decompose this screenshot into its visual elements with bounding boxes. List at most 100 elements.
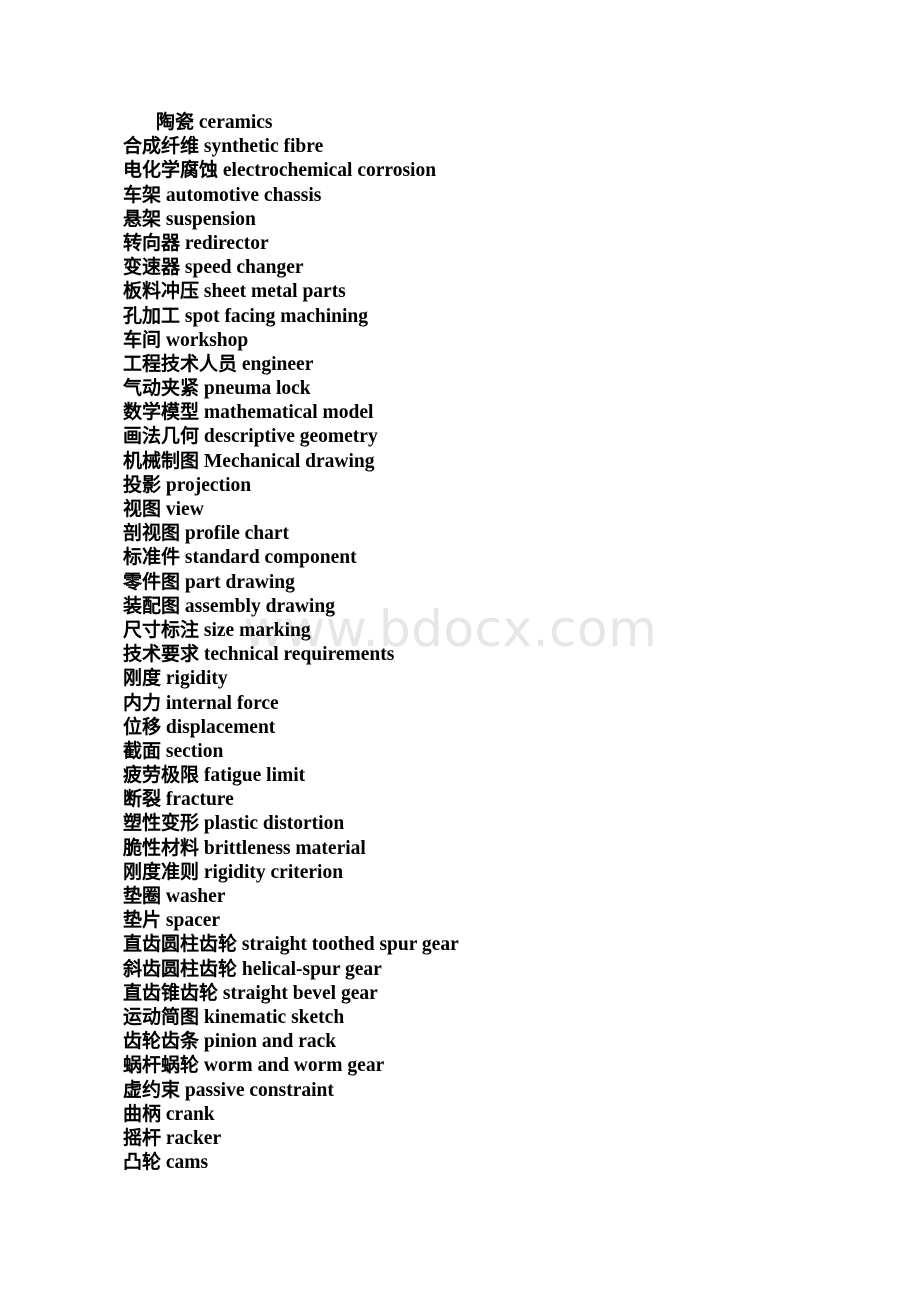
glossary-term-chinese: 摇杆 xyxy=(123,1126,162,1149)
glossary-term-chinese: 工程技术人员 xyxy=(123,352,238,375)
glossary-term-chinese: 垫片 xyxy=(123,909,162,932)
glossary-term-chinese: 疲劳极限 xyxy=(123,764,200,787)
glossary-entry: 机械制图 Mechanical drawing xyxy=(123,449,823,473)
glossary-entry: 斜齿圆柱齿轮 helical-spur gear xyxy=(123,957,823,981)
glossary-entry: 陶瓷 ceramics xyxy=(123,110,823,134)
glossary-term-chinese: 标准件 xyxy=(123,546,181,569)
glossary-term-chinese: 合成纤维 xyxy=(123,135,200,158)
glossary-term-chinese: 直齿圆柱齿轮 xyxy=(123,933,238,956)
glossary-entry: 技术要求 technical requirements xyxy=(123,642,823,666)
glossary-term-chinese: 蜗杆蜗轮 xyxy=(123,1054,200,1077)
glossary-term-english: helical-spur gear xyxy=(241,958,382,980)
glossary-term-english: rigidity xyxy=(165,668,228,690)
glossary-term-english: fatigue limit xyxy=(203,765,306,787)
glossary-term-english: Mechanical drawing xyxy=(203,450,375,472)
glossary-term-chinese: 刚度 xyxy=(123,667,162,690)
glossary-term-english: rigidity criterion xyxy=(203,861,344,883)
glossary-entry: 断裂 fracture xyxy=(123,787,823,811)
glossary-entry: 投影 projection xyxy=(123,473,823,497)
glossary-entry: 车间 workshop xyxy=(123,328,823,352)
glossary-term-english: redirector xyxy=(184,232,269,254)
glossary-term-english: profile chart xyxy=(184,523,290,545)
glossary-entry: 合成纤维 synthetic fibre xyxy=(123,134,823,158)
glossary-term-chinese: 塑性变形 xyxy=(123,812,200,835)
glossary-entry: 运动简图 kinematic sketch xyxy=(123,1005,823,1029)
glossary-entry: 电化学腐蚀 electrochemical corrosion xyxy=(123,158,823,182)
glossary-term-english: speed changer xyxy=(184,257,304,279)
glossary-term-english: crank xyxy=(165,1103,215,1125)
glossary-entry: 数学模型 mathematical model xyxy=(123,400,823,424)
glossary-term-chinese: 转向器 xyxy=(123,231,181,254)
glossary-term-english: electrochemical corrosion xyxy=(222,160,437,182)
glossary-term-english: view xyxy=(165,499,204,520)
glossary-term-chinese: 技术要求 xyxy=(123,643,200,666)
glossary-term-english: pneuma lock xyxy=(203,378,311,400)
glossary-term-chinese: 孔加工 xyxy=(123,304,181,327)
glossary-term-chinese: 脆性材料 xyxy=(123,836,200,859)
glossary-term-english: worm and worm gear xyxy=(203,1055,385,1077)
glossary-entry: 齿轮齿条 pinion and rack xyxy=(123,1029,823,1053)
glossary-entry: 直齿锥齿轮 straight bevel gear xyxy=(123,981,823,1005)
glossary-term-english: mathematical model xyxy=(203,402,374,424)
glossary-term-english: racker xyxy=(165,1127,222,1149)
glossary-entry: 尺寸标注 size marking xyxy=(123,618,823,642)
glossary-term-english: displacement xyxy=(165,716,276,738)
glossary-term-english: brittleness material xyxy=(203,837,366,859)
glossary-entry: 视图 view xyxy=(123,497,823,521)
glossary-entry: 标准件 standard component xyxy=(123,545,823,569)
glossary-term-english: technical requirements xyxy=(203,644,395,666)
glossary-term-chinese: 位移 xyxy=(123,715,162,738)
glossary-term-english: cams xyxy=(165,1152,209,1174)
glossary-entry: 脆性材料 brittleness material xyxy=(123,836,823,860)
glossary-term-chinese: 凸轮 xyxy=(123,1151,162,1174)
glossary-entry: 画法几何 descriptive geometry xyxy=(123,424,823,448)
glossary-term-english: assembly drawing xyxy=(184,595,335,617)
glossary-entry: 疲劳极限 fatigue limit xyxy=(123,763,823,787)
glossary-term-chinese: 装配图 xyxy=(123,594,181,617)
glossary-term-chinese: 曲柄 xyxy=(123,1102,162,1125)
glossary-term-chinese: 画法几何 xyxy=(123,425,200,448)
glossary-entry: 刚度准则 rigidity criterion xyxy=(123,860,823,884)
glossary-entry: 工程技术人员 engineer xyxy=(123,352,823,376)
glossary-entry: 变速器 speed changer xyxy=(123,255,823,279)
glossary-term-english: fracture xyxy=(165,789,234,811)
glossary-term-chinese: 板料冲压 xyxy=(123,280,200,303)
glossary-term-chinese: 变速器 xyxy=(123,256,181,279)
glossary-entry: 车架 automotive chassis xyxy=(123,183,823,207)
glossary-entry: 截面 section xyxy=(123,739,823,763)
glossary-term-chinese: 直齿锥齿轮 xyxy=(123,981,219,1004)
glossary-term-english: size marking xyxy=(203,619,311,641)
glossary-term-english: section xyxy=(165,740,224,762)
glossary-term-chinese: 视图 xyxy=(123,498,162,520)
glossary-term-english: spacer xyxy=(165,910,221,932)
glossary-entry: 板料冲压 sheet metal parts xyxy=(123,279,823,303)
glossary-entry: 虚约束 passive constraint xyxy=(123,1078,823,1102)
glossary-entry: 转向器 redirector xyxy=(123,231,823,255)
glossary-term-chinese: 陶瓷 xyxy=(156,111,195,133)
glossary-term-english: projection xyxy=(165,474,252,496)
glossary-entry: 垫片 spacer xyxy=(123,908,823,932)
glossary-term-chinese: 悬架 xyxy=(123,207,162,230)
glossary-term-chinese: 内力 xyxy=(123,691,162,714)
glossary-entry: 蜗杆蜗轮 worm and worm gear xyxy=(123,1053,823,1077)
glossary-term-english: washer xyxy=(165,886,226,907)
glossary-entry: 刚度 rigidity xyxy=(123,666,823,690)
glossary-term-english: standard component xyxy=(184,547,357,569)
glossary-term-chinese: 运动简图 xyxy=(123,1005,200,1028)
glossary-list: 陶瓷 ceramics 合成纤维 synthetic fibre 电化学腐蚀 ele… xyxy=(123,110,823,1174)
glossary-entry: 摇杆 racker xyxy=(123,1126,823,1150)
glossary-term-chinese: 尺寸标注 xyxy=(123,618,200,641)
glossary-term-chinese: 断裂 xyxy=(123,788,162,811)
glossary-term-chinese: 机械制图 xyxy=(123,449,200,472)
glossary-entry: 垫圈 washer xyxy=(123,884,823,908)
glossary-term-english: sheet metal parts xyxy=(203,281,346,303)
glossary-term-chinese: 气动夹紧 xyxy=(123,377,200,400)
glossary-entry: 位移 displacement xyxy=(123,715,823,739)
glossary-term-english: plastic distortion xyxy=(203,813,345,835)
glossary-term-english: suspension xyxy=(165,208,256,230)
glossary-term-english: part drawing xyxy=(184,571,295,593)
glossary-entry: 塑性变形 plastic distortion xyxy=(123,811,823,835)
glossary-term-chinese: 齿轮齿条 xyxy=(123,1030,200,1053)
glossary-term-english: synthetic fibre xyxy=(203,136,324,158)
document-page: www.bdocx.com 陶瓷 ceramics 合成纤维 synthetic … xyxy=(0,0,920,1302)
